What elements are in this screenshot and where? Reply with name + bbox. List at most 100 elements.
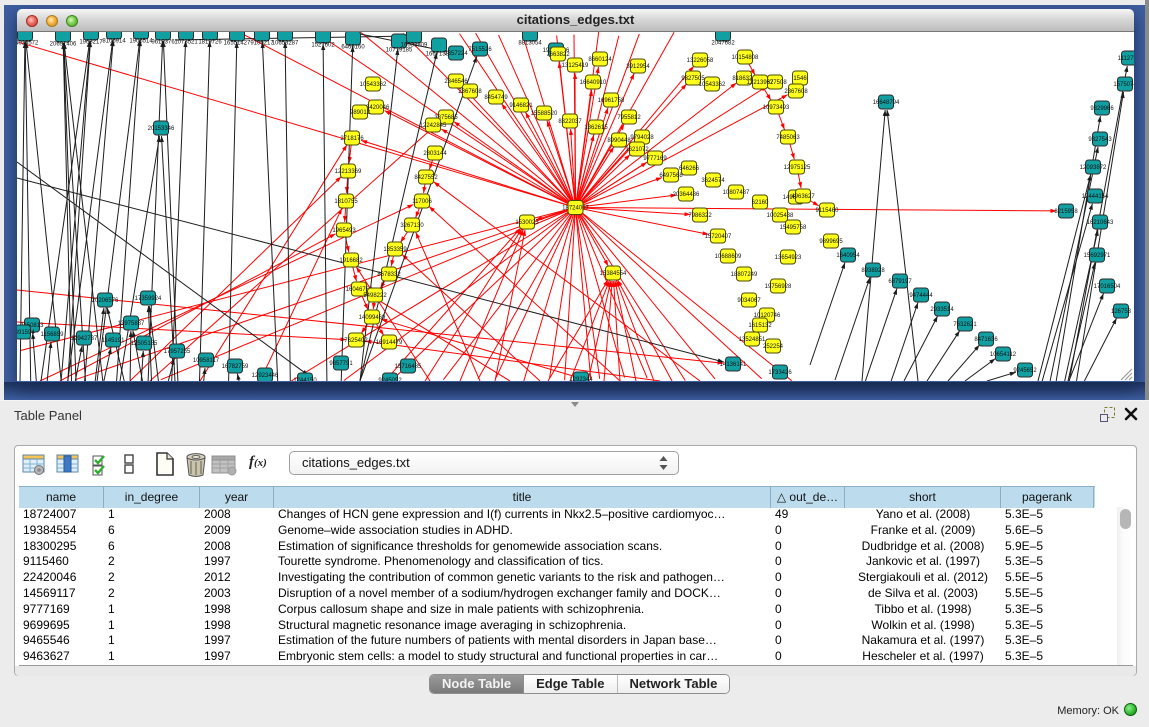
svg-text:9146821: 9146821 [509, 103, 533, 109]
svg-text:9329966: 9329966 [1090, 106, 1114, 112]
svg-text:1906514: 1906514 [129, 39, 153, 45]
svg-text:3912954: 3912954 [626, 64, 650, 70]
svg-text:19756928: 19756928 [765, 284, 792, 290]
svg-text:10154808: 10154808 [732, 55, 759, 61]
svg-text:8454749: 8454749 [484, 95, 508, 101]
svg-text:4963627: 4963627 [791, 194, 815, 200]
svg-text:15720407: 15720407 [705, 234, 732, 240]
svg-text:9777169: 9777169 [643, 156, 667, 162]
svg-text:13975887: 13975887 [118, 321, 145, 327]
svg-text:1112736: 1112736 [1118, 56, 1134, 62]
svg-text:15495758: 15495758 [780, 225, 807, 231]
svg-text:7515526: 7515526 [468, 47, 492, 53]
svg-text:14035572: 14035572 [17, 41, 39, 47]
svg-text:8813054: 8813054 [518, 41, 542, 47]
svg-text:62160: 62160 [752, 200, 769, 206]
svg-text:16782759: 16782759 [222, 364, 249, 370]
svg-text:2933514: 2933514 [930, 307, 954, 313]
svg-text:15384554: 15384554 [600, 271, 627, 277]
svg-text:7663822: 7663822 [546, 52, 570, 58]
svg-text:7955812: 7955812 [617, 115, 641, 121]
svg-text:14136141: 14136141 [720, 362, 747, 368]
svg-text:646266: 646266 [679, 166, 700, 172]
svg-text:1640954: 1640954 [836, 253, 860, 259]
svg-text:17016504: 17016504 [1094, 284, 1121, 290]
svg-text:9857791: 9857791 [329, 361, 353, 367]
svg-text:6497568: 6497568 [659, 173, 683, 179]
svg-text:13226058: 13226058 [687, 58, 714, 64]
svg-text:1916682: 1916682 [339, 258, 363, 264]
svg-text:8322037: 8322037 [558, 119, 582, 125]
svg-text:1810755: 1810755 [334, 199, 358, 205]
svg-text:8106914: 8106914 [102, 39, 126, 45]
svg-text:8427552: 8427552 [414, 175, 438, 181]
svg-text:8938928: 8938928 [861, 268, 885, 274]
svg-text:1292344: 1292344 [569, 377, 593, 381]
svg-text:8678332: 8678332 [377, 272, 401, 278]
svg-text:13125419: 13125419 [562, 63, 589, 69]
svg-text:12505185: 12505185 [131, 341, 158, 347]
svg-text:15716485: 15716485 [395, 364, 422, 370]
svg-text:9245652: 9245652 [1013, 368, 1037, 374]
svg-text:9245092: 9245092 [378, 378, 402, 381]
svg-text:1156859: 1156859 [41, 332, 65, 338]
svg-text:5498222: 5498222 [363, 293, 387, 299]
svg-text:12213369: 12213369 [335, 169, 362, 175]
svg-text:1546: 1546 [793, 76, 807, 82]
svg-text:12975125: 12975125 [784, 165, 811, 171]
svg-text:3267130: 3267130 [400, 223, 424, 229]
svg-text:10688609: 10688609 [715, 254, 742, 260]
svg-text:8215958: 8215958 [1054, 209, 1078, 215]
svg-text:16914479: 16914479 [376, 340, 403, 346]
svg-text:12213967: 12213967 [747, 80, 774, 86]
svg-text:9034067: 9034067 [737, 298, 761, 304]
svg-text:1145191: 1145191 [102, 338, 126, 344]
svg-text:10807487: 10807487 [723, 190, 750, 196]
svg-text:9794028: 9794028 [630, 135, 654, 141]
svg-text:17359924: 17359924 [135, 296, 162, 302]
svg-text:17957255: 17957255 [164, 349, 191, 355]
svg-text:3624574: 3624574 [701, 178, 725, 184]
svg-text:1073521: 1073521 [174, 40, 198, 46]
svg-text:6466160: 6466160 [341, 45, 365, 51]
svg-text:10973493: 10973493 [763, 105, 790, 111]
svg-text:2718176: 2718176 [340, 136, 364, 142]
svg-text:10025438: 10025438 [767, 213, 794, 219]
svg-text:1362615: 1362615 [584, 125, 608, 131]
svg-text:14099469: 14099469 [359, 315, 386, 321]
svg-text:2803144: 2803144 [423, 151, 447, 157]
svg-text:16551427: 16551427 [224, 41, 251, 47]
svg-text:8990448: 8990448 [607, 138, 631, 144]
svg-text:20206576: 20206576 [92, 298, 119, 304]
svg-text:2367608: 2367608 [784, 89, 808, 95]
svg-text:1819726: 1819726 [198, 40, 222, 46]
svg-text:10958117: 10958117 [193, 358, 220, 364]
svg-text:7632621: 7632621 [953, 322, 977, 328]
svg-text:1244150: 1244150 [293, 378, 317, 381]
svg-text:126753: 126753 [1111, 309, 1132, 315]
svg-text:12242845: 12242845 [420, 123, 447, 129]
svg-text:13654923: 13654923 [775, 255, 802, 261]
svg-text:1353359: 1353359 [383, 247, 407, 253]
svg-text:9115460: 9115460 [816, 208, 840, 214]
svg-text:20364436: 20364436 [673, 192, 700, 198]
svg-text:1621072: 1621072 [625, 147, 649, 153]
svg-text:7625402: 7625402 [344, 338, 368, 344]
svg-text:9474444: 9474444 [909, 293, 933, 299]
svg-text:9899695: 9899695 [819, 239, 843, 245]
svg-text:12444154: 12444154 [1082, 194, 1109, 200]
svg-text:16961758: 16961758 [598, 98, 625, 104]
svg-text:10543362: 10543362 [699, 82, 726, 88]
svg-text:2047682: 2047682 [711, 41, 735, 47]
svg-text:10654112: 10654112 [990, 352, 1017, 358]
svg-text:12093872: 12093872 [1080, 165, 1107, 171]
svg-text:9610376: 9610376 [151, 40, 175, 46]
svg-text:10543362: 10543362 [360, 82, 387, 88]
svg-text:9327543: 9327543 [1088, 137, 1112, 143]
svg-text:16033809: 16033809 [401, 43, 428, 49]
svg-text:2367608: 2367608 [458, 89, 482, 95]
svg-text:18807249: 18807249 [731, 272, 758, 278]
svg-text:1575074: 1575074 [1113, 82, 1134, 88]
svg-text:7986322: 7986322 [688, 213, 712, 219]
svg-text:10653287: 10653287 [272, 41, 299, 47]
